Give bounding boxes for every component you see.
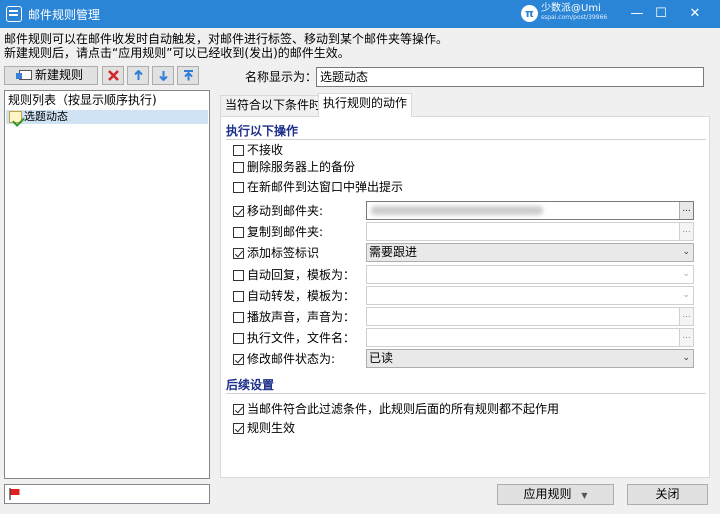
browse-sound-button[interactable]: ...	[679, 308, 693, 325]
rule-icon	[9, 111, 25, 127]
chevron-down-icon: ⌄	[682, 247, 690, 257]
move-top-button[interactable]	[177, 66, 199, 85]
new-rule-label: 新建规则	[34, 68, 83, 82]
sound-file-field[interactable]: ...	[366, 307, 694, 326]
run-file-checkbox[interactable]	[233, 333, 244, 344]
browse-folder-button[interactable]: ...	[679, 202, 693, 219]
followup-section-title: 后续设置	[226, 378, 275, 392]
tag-select-value: 需要跟进	[369, 245, 418, 259]
followup-section-divider	[226, 393, 706, 394]
rule-enabled-label: 规则生效	[247, 421, 296, 435]
move-top-icon	[183, 70, 193, 81]
no-receive-checkbox[interactable]	[233, 145, 244, 156]
auto-reply-template-select[interactable]: ⌄	[366, 265, 694, 284]
actions-section-divider	[226, 139, 706, 140]
watermark-subtext: sspai.com/post/39966	[541, 14, 608, 21]
close-window-button[interactable]: ✕	[673, 0, 717, 28]
move-to-folder-field[interactable]: ...	[366, 201, 694, 220]
delete-server-copy-checkbox[interactable]	[233, 162, 244, 173]
auto-forward-template-select[interactable]: ⌄	[366, 286, 694, 305]
title-bar[interactable]: 邮件规则管理 π 少数派@Umi sspai.com/post/39966 — …	[0, 0, 720, 28]
run-file-field[interactable]: ...	[366, 328, 694, 347]
window-title: 邮件规则管理	[28, 8, 101, 22]
delete-server-copy-label: 删除服务器上的备份	[247, 160, 356, 174]
rules-list-header: 规则列表（按显示顺序执行)	[8, 93, 157, 107]
move-up-icon	[133, 70, 143, 80]
new-rule-icon	[15, 70, 32, 80]
popup-notify-label: 在新邮件到达窗口中弹出提示	[247, 180, 404, 194]
tag-select[interactable]: 需要跟进 ⌄	[366, 243, 694, 262]
copy-to-folder-field[interactable]: ...	[366, 222, 694, 241]
move-to-folder-checkbox[interactable]	[233, 206, 244, 217]
watermark-text: 少数派@Umi	[541, 3, 601, 14]
move-down-button[interactable]	[152, 66, 174, 85]
tab-conditions[interactable]: 当符合以下条件时	[220, 95, 327, 116]
auto-reply-label: 自动回复，模板为：	[247, 268, 356, 282]
rules-list[interactable]: 规则列表（按显示顺序执行) 选题动态	[4, 90, 210, 479]
close-button[interactable]: 关闭	[627, 484, 708, 505]
play-sound-label: 播放声音，声音为：	[247, 310, 356, 324]
rule-enabled-checkbox[interactable]	[233, 423, 244, 434]
delete-icon	[107, 70, 119, 81]
tab-actions[interactable]: 执行规则的动作	[318, 93, 413, 117]
dropdown-arrow-icon: ▼	[581, 491, 588, 500]
move-up-button[interactable]	[127, 66, 149, 85]
no-receive-label: 不接收	[247, 143, 284, 157]
list-item[interactable]: 选题动态	[6, 110, 208, 127]
chevron-down-icon: ⌄	[682, 269, 690, 279]
new-rule-button[interactable]: 新建规则	[4, 66, 98, 85]
actions-section-title: 执行以下操作	[226, 124, 299, 138]
copy-to-folder-checkbox[interactable]	[233, 227, 244, 238]
copy-to-folder-label: 复制到邮件夹:	[247, 225, 324, 239]
add-tag-label: 添加标签标识	[247, 246, 320, 260]
play-sound-checkbox[interactable]	[233, 312, 244, 323]
flag-field[interactable]	[4, 484, 210, 504]
run-file-label: 执行文件，文件名：	[247, 331, 356, 345]
intro-line-2: 新建规则后，请点击“应用规则”可以已经收到(发出)的邮件生效。	[4, 46, 350, 60]
browse-file-button[interactable]: ...	[679, 329, 693, 346]
red-flag-icon	[9, 488, 20, 500]
delete-rule-button[interactable]	[102, 66, 124, 85]
mail-app-icon	[6, 6, 22, 22]
apply-rules-label: 应用规则	[523, 487, 572, 501]
rule-item-label: 选题动态	[24, 110, 68, 123]
auto-forward-checkbox[interactable]	[233, 291, 244, 302]
apply-rules-button[interactable]: 应用规则 ▼	[497, 484, 614, 505]
rule-name-input[interactable]: 选题动态	[316, 67, 704, 87]
auto-reply-checkbox[interactable]	[233, 270, 244, 281]
auto-forward-label: 自动转发，模板为：	[247, 289, 356, 303]
mail-status-value: 已读	[369, 351, 394, 365]
intro-line-1: 邮件规则可以在邮件收发时自动触发，对邮件进行标签、移动到某个邮件夹等操作。	[4, 32, 449, 46]
chevron-down-icon: ⌄	[682, 290, 690, 300]
mail-status-select[interactable]: 已读 ⌄	[366, 349, 694, 368]
chevron-down-icon: ⌄	[682, 353, 690, 363]
change-status-label: 修改邮件状态为:	[247, 352, 336, 366]
folder-path-redacted	[371, 206, 543, 215]
browse-copy-folder-button[interactable]: ...	[679, 223, 693, 240]
watermark-logo-icon: π	[521, 5, 538, 22]
move-to-folder-label: 移动到邮件夹:	[247, 204, 324, 218]
stop-processing-label: 当邮件符合此过滤条件，此规则后面的所有规则都不起作用	[247, 402, 560, 416]
add-tag-checkbox[interactable]	[233, 248, 244, 259]
move-down-icon	[158, 71, 168, 81]
popup-notify-checkbox[interactable]	[233, 182, 244, 193]
change-status-checkbox[interactable]	[233, 354, 244, 365]
name-label: 名称显示为：	[245, 70, 318, 84]
stop-processing-checkbox[interactable]	[233, 404, 244, 415]
